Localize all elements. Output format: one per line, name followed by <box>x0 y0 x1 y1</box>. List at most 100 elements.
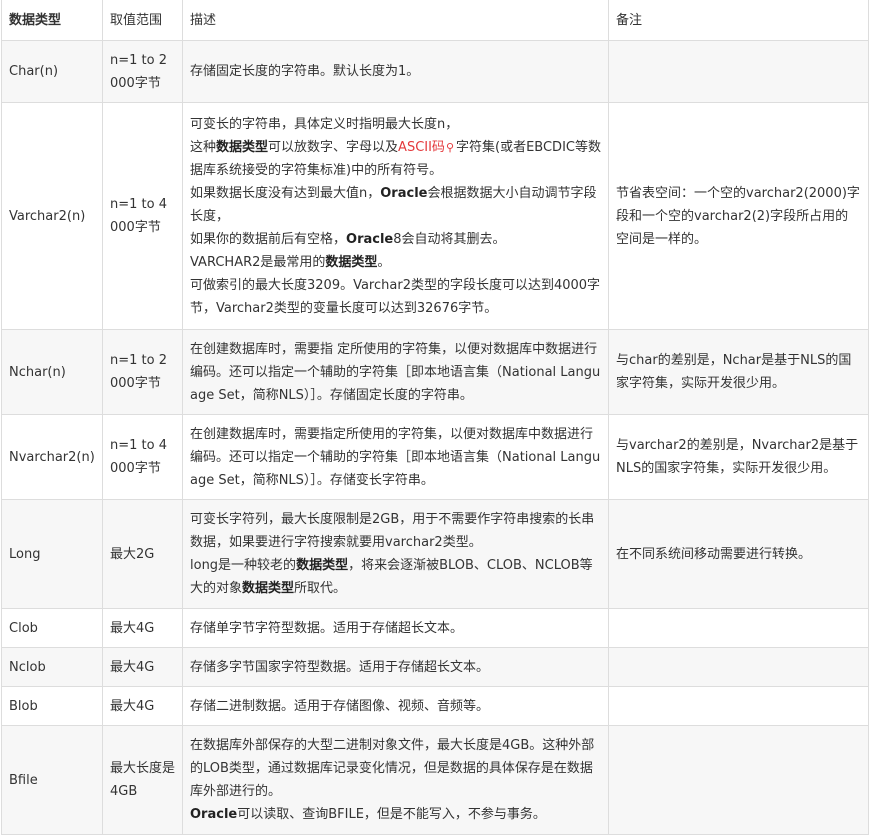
cell-description-line: 可变长字符列，最大长度限制是2GB，用于不需要作字符串搜索的长串数据，如果要进行… <box>190 508 601 554</box>
cell-description-line: 在创建数据库时，需要指定所使用的字符集，以便对数据库中数据进行编码。还可以指定一… <box>190 423 601 492</box>
text-segment: 可以读取、查询BFILE，但是不能写入，不参与事务。 <box>237 807 546 822</box>
cell-description: 在创建数据库时，需要指定所使用的字符集，以便对数据库中数据进行编码。还可以指定一… <box>182 414 609 500</box>
table-row: Varchar2(n) n=1 to 4000字节 可变长的字符串，具体定义时指明最… <box>1 102 869 330</box>
bold-term: 数据类型 <box>296 558 349 573</box>
cell-description-line: 在数据库外部保存的大型二进制对象文件，最大长度是4GB。这种外部的LOB类型，通… <box>190 734 601 803</box>
cell-data-type: Varchar2(n) <box>1 102 103 330</box>
table-row: Nvarchar2(n) n=1 to 4000字节 在创建数据库时，需要指定所使用… <box>1 414 869 500</box>
table-row: Char(n) n=1 to 2000字节 存储固定长度的字符串。默认长度为1。 <box>1 40 869 103</box>
cell-data-type: Clob <box>1 608 103 648</box>
cell-description: 存储单字节字符型数据。适用于存储超长文本。 <box>182 608 609 648</box>
cell-description: 存储固定长度的字符串。默认长度为1。 <box>182 40 609 103</box>
header-notes: 备注 <box>608 0 869 41</box>
cell-description: 存储多字节国家字符型数据。适用于存储超长文本。 <box>182 647 609 687</box>
cell-value-range: 最大4G <box>102 608 183 648</box>
bold-term: Oracle <box>190 807 238 822</box>
cell-description: 可变长的字符串，具体定义时指明最大长度n， 这种数据类型可以放数字、字母以及ASC… <box>182 102 609 330</box>
text-segment: 在创建数据库时，需要指定所使用的字符集，以便对数据库中数据进行编码。还可以指定一… <box>190 426 601 488</box>
text-segment: 可以放数字、字母以及 <box>268 139 399 155</box>
cell-description-line: 这种数据类型可以放数字、字母以及ASCII码⚲ 字符集(或者EBCDIC等数据库系… <box>190 136 601 182</box>
text-segment: 在不同系统间移动需要进行转换。 <box>616 546 812 562</box>
text-segment: 在数据库外部保存的大型二进制对象文件，最大长度是4GB。这种外部的LOB类型，通… <box>190 738 595 799</box>
text-segment: 节省表空间：一个空的varchar2(2000)字段和一个空的varchar2(… <box>616 185 860 247</box>
text-segment: 可变长的字符串，具体定义时指明最大长度n， <box>190 116 459 132</box>
cell-notes <box>608 40 869 103</box>
table-row: Nchar(n) n=1 to 2000字节 在创建数据库时，需要指 定所使用的字符… <box>1 329 869 415</box>
cell-notes: 与varchar2的差别是，Nvarchar2是基于NLS的国家字符集，实际开发… <box>608 414 869 500</box>
cell-notes-line: 在不同系统间移动需要进行转换。 <box>616 543 861 566</box>
cell-notes <box>608 608 869 648</box>
bold-term: 数据类型 <box>325 254 378 270</box>
cell-description-line: VARCHAR2是最常用的数据类型。 <box>190 251 601 274</box>
cell-notes <box>608 686 869 726</box>
cell-notes: 在不同系统间移动需要进行转换。 <box>608 499 869 609</box>
cell-notes: 与char的差别是，Nchar是基于NLS的国家字符集，实际开发很少用。 <box>608 329 869 415</box>
cell-data-type: Char(n) <box>1 40 103 103</box>
cell-description-line: 可做索引的最大长度3209。Varchar2类型的字段长度可以达到4000字节，… <box>190 274 601 320</box>
cell-description-line: Oracle可以读取、查询BFILE，但是不能写入，不参与事务。 <box>190 803 601 826</box>
cell-value-range: n=1 to 2000字节 <box>102 329 183 415</box>
cell-notes-line: 与varchar2的差别是，Nvarchar2是基于NLS的国家字符集，实际开发… <box>616 434 861 480</box>
cell-data-type: Blob <box>1 686 103 726</box>
cell-description: 在数据库外部保存的大型二进制对象文件，最大长度是4GB。这种外部的LOB类型，通… <box>182 725 609 835</box>
cell-description-line: long是一种较老的数据类型，将来会逐渐被BLOB、CLOB、NCLOB等大的对… <box>190 554 601 600</box>
table-row: Clob 最大4G 存储单字节字符型数据。适用于存储超长文本。 <box>1 608 869 648</box>
search-icon[interactable]: ⚲ <box>446 141 454 154</box>
text-segment: 如果数据长度没有达到最大值n， <box>190 185 381 201</box>
cell-data-type: Bfile <box>1 725 103 835</box>
text-segment: 存储单字节字符型数据。适用于存储超长文本。 <box>190 620 464 636</box>
text-segment: 存储固定长度的字符串。默认长度为1。 <box>190 64 420 79</box>
ascii-link[interactable]: ASCII码 <box>398 140 445 155</box>
table-header-row: 数据类型 取值范围 描述 备注 <box>1 0 869 41</box>
cell-value-range: 最大4G <box>102 686 183 726</box>
cell-description-line: 存储二进制数据。适用于存储图像、视频、音频等。 <box>190 695 601 718</box>
table-body: Char(n) n=1 to 2000字节 存储固定长度的字符串。默认长度为1。 Va… <box>1 40 869 835</box>
cell-value-range: 最大4G <box>102 647 183 687</box>
table-row: Bfile 最大长度是4GB 在数据库外部保存的大型二进制对象文件，最大长度是4GB… <box>1 725 869 835</box>
text-segment: 所取代。 <box>294 581 347 596</box>
text-segment: 与char的差别是，Nchar是基于NLS的国家字符集，实际开发很少用。 <box>616 353 852 391</box>
table-row: Blob 最大4G 存储二进制数据。适用于存储图像、视频、音频等。 <box>1 686 869 726</box>
cell-description: 在创建数据库时，需要指 定所使用的字符集，以便对数据库中数据进行编码。还可以指定… <box>182 329 609 415</box>
table-row: Nclob 最大4G 存储多字节国家字符型数据。适用于存储超长文本。 <box>1 647 869 687</box>
cell-description-line: 存储多字节国家字符型数据。适用于存储超长文本。 <box>190 656 601 679</box>
cell-description: 存储二进制数据。适用于存储图像、视频、音频等。 <box>182 686 609 726</box>
cell-description-line: 在创建数据库时，需要指 定所使用的字符集，以便对数据库中数据进行编码。还可以指定… <box>190 338 601 407</box>
cell-value-range: n=1 to 4000字节 <box>102 102 183 330</box>
text-segment: 在创建数据库时，需要指 定所使用的字符集，以便对数据库中数据进行编码。还可以指定… <box>190 341 601 403</box>
cell-value-range: 最大2G <box>102 499 183 609</box>
header-value-range: 取值范围 <box>102 0 183 41</box>
cell-notes <box>608 647 869 687</box>
cell-notes <box>608 725 869 835</box>
bold-term: Oracle <box>346 231 394 247</box>
bold-term: 数据类型 <box>216 139 269 155</box>
cell-notes-line: 节省表空间：一个空的varchar2(2000)字段和一个空的varchar2(… <box>616 182 861 251</box>
cell-data-type: Nvarchar2(n) <box>1 414 103 500</box>
bold-term: 数据类型 <box>242 581 295 596</box>
cell-description: 可变长字符列，最大长度限制是2GB，用于不需要作字符串搜索的长串数据，如果要进行… <box>182 499 609 609</box>
text-segment: VARCHAR2是最常用的 <box>190 254 326 270</box>
header-description: 描述 <box>182 0 609 41</box>
bold-term: Oracle <box>380 185 428 201</box>
cell-notes-line: 与char的差别是，Nchar是基于NLS的国家字符集，实际开发很少用。 <box>616 349 861 395</box>
cell-value-range: n=1 to 2000字节 <box>102 40 183 103</box>
table-row: Long 最大2G 可变长字符列，最大长度限制是2GB，用于不需要作字符串搜索的长串… <box>1 499 869 609</box>
text-segment: 8会自动将其删去。 <box>393 231 506 247</box>
text-segment: long是一种较老的 <box>190 558 297 573</box>
cell-data-type: Nclob <box>1 647 103 687</box>
cell-data-type: Long <box>1 499 103 609</box>
cell-data-type: Nchar(n) <box>1 329 103 415</box>
text-segment: 如果你的数据前后有空格， <box>190 231 347 247</box>
text-segment: 存储多字节国家字符型数据。适用于存储超长文本。 <box>190 659 490 675</box>
text-segment: 可变长字符列，最大长度限制是2GB，用于不需要作字符串搜索的长串数据，如果要进行… <box>190 512 595 550</box>
cell-description-line: 如果数据长度没有达到最大值n，Oracle会根据数据大小自动调节字段长度， <box>190 182 601 228</box>
cell-value-range: n=1 to 4000字节 <box>102 414 183 500</box>
data-types-table: 数据类型 取值范围 描述 备注 Char(n) n=1 to 2000字节 存储固定… <box>1 0 869 835</box>
text-segment: 存储二进制数据。适用于存储图像、视频、音频等。 <box>190 698 490 714</box>
cell-description-line: 存储单字节字符型数据。适用于存储超长文本。 <box>190 617 601 640</box>
cell-notes: 节省表空间：一个空的varchar2(2000)字段和一个空的varchar2(… <box>608 102 869 330</box>
text-segment: 这种 <box>190 139 217 155</box>
text-segment: 与varchar2的差别是，Nvarchar2是基于NLS的国家字符集，实际开发… <box>616 438 859 476</box>
cell-description-line: 可变长的字符串，具体定义时指明最大长度n， <box>190 113 601 136</box>
cell-value-range: 最大长度是4GB <box>102 725 183 835</box>
